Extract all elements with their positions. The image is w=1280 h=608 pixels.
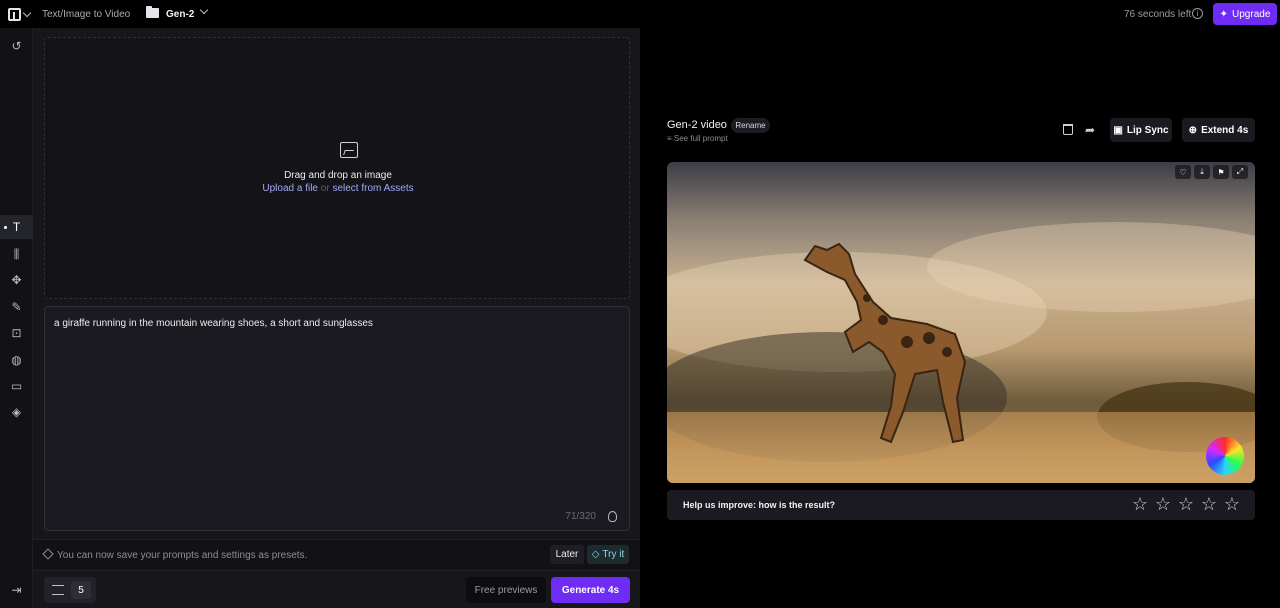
settings-button[interactable]: 5 [44,577,96,603]
upgrade-button[interactable]: ✦ Upgrade [1213,3,1277,25]
presets-message: You can now save your prompts and settin… [57,550,308,561]
list-icon: ≡ [667,134,674,143]
generate-button[interactable]: Generate 4s [551,577,630,603]
project-chevron-down-icon[interactable] [199,5,209,15]
see-full-prompt-link[interactable]: ≡ See full prompt [667,134,728,143]
extend-icon: ⊕ [1188,124,1198,136]
lip-sync-icon: ▣ [1113,124,1123,136]
video-title: Gen-2 video [667,119,727,131]
feedback-bar: Help us improve: how is the result? ☆ ☆ ☆ ☆… [667,490,1255,520]
star-4-icon[interactable]: ☆ [1200,495,1218,513]
top-bar: Text/Image to Video Gen-2 76 seconds lef… [0,0,1280,28]
app-logo-menu[interactable] [8,6,36,22]
chevron-down-icon [22,8,32,17]
video-player[interactable]: ♡ ⤓ ⚑ ⤢ [667,162,1255,483]
video-toolbar: ♡ ⤓ ⚑ ⤢ [1175,165,1248,179]
presets-icon-small: ◇ [591,549,600,560]
try-it-label: Try it [602,549,625,560]
flag-icon[interactable]: ⚑ [1213,165,1229,179]
feedback-question: Help us improve: how is the result? [683,500,836,510]
lip-sync-button[interactable]: ▣ Lip Sync [1110,118,1172,142]
lightbulb-icon[interactable] [608,511,617,522]
later-button[interactable]: Later [550,545,584,564]
mode-breadcrumb[interactable]: Text/Image to Video [42,9,130,20]
aspect-ratio-icon[interactable]: ▭ [0,374,33,398]
star-1-icon[interactable]: ☆ [1131,495,1149,513]
presets-icon[interactable]: ◈ [0,400,33,424]
download-icon[interactable]: ⤓ [1194,165,1210,179]
favorite-heart-icon[interactable]: ♡ [1175,165,1191,179]
folder-icon [146,6,159,18]
tool-rail: ↺ T ⫼ ✥ ✎ ⊡ ◍ ▭ ◈ ⇥ [0,28,33,608]
frame-icon[interactable]: ⊡ [0,321,33,345]
extend-label: Extend 4s [1201,124,1249,136]
star-3-icon[interactable]: ☆ [1177,495,1195,513]
dropzone-title: Drag and drop an image [284,170,392,181]
project-name[interactable]: Gen-2 [166,9,194,20]
runway-logo-icon [8,7,21,21]
dropzone-or: or [320,183,330,194]
undo-icon[interactable]: ↺ [0,34,33,58]
dropzone-subtitle: Upload a file or select from Assets [45,183,631,194]
upload-file-link[interactable]: Upload a file [262,183,318,194]
settings-sliders-icon [52,585,64,595]
giraffe-figure [803,242,967,444]
share-icon[interactable]: ➦ [1085,123,1095,137]
extend-button[interactable]: ⊕ Extend 4s [1182,118,1255,142]
presets-banner: You can now save your prompts and settin… [33,539,640,569]
free-previews-button[interactable]: Free previews [466,577,546,603]
star-5-icon[interactable]: ☆ [1223,495,1241,513]
motion-brush-icon[interactable]: ✎ [0,295,33,319]
bottom-action-bar: 5 Free previews Generate 4s [33,570,640,608]
image-dropzone[interactable]: Drag and drop an image Upload a file or … [44,37,630,299]
duration-badge: 5 [71,581,91,599]
fullscreen-icon[interactable]: ⤢ [1232,165,1248,179]
generation-panel: Drag and drop an image Upload a file or … [33,28,640,608]
info-icon[interactable]: i [1192,8,1203,19]
upgrade-label: Upgrade [1232,8,1271,20]
lip-sync-label: Lip Sync [1126,124,1169,136]
text-tool-icon[interactable]: T [0,215,33,239]
select-from-assets-link[interactable]: select from Assets [332,183,413,194]
presets-icon [42,548,54,560]
motion-sliders-icon[interactable]: ⫼ [0,242,33,266]
char-counter: 71/320 [565,511,596,522]
prompt-value: a giraffe running in the mountain wearin… [54,318,373,329]
delete-icon[interactable] [1063,124,1073,135]
rename-button[interactable]: Rename [731,118,770,133]
star-2-icon[interactable]: ☆ [1154,495,1172,513]
see-full-prompt-label: See full prompt [673,134,728,143]
palette-icon[interactable]: ◍ [0,348,33,372]
collapse-panel-icon[interactable]: ⇥ [0,578,33,602]
prompt-textarea[interactable]: a giraffe running in the mountain wearin… [44,306,630,531]
rating-stars: ☆ ☆ ☆ ☆ ☆ [1131,495,1241,513]
time-left-text: 76 seconds left [1124,9,1192,20]
try-it-button[interactable]: ◇ Try it [587,545,629,564]
add-image-icon [340,142,358,158]
sparkle-icon: ✦ [1219,8,1229,20]
camera-motion-icon[interactable]: ✥ [0,268,33,292]
color-wheel-icon[interactable] [1206,437,1244,475]
